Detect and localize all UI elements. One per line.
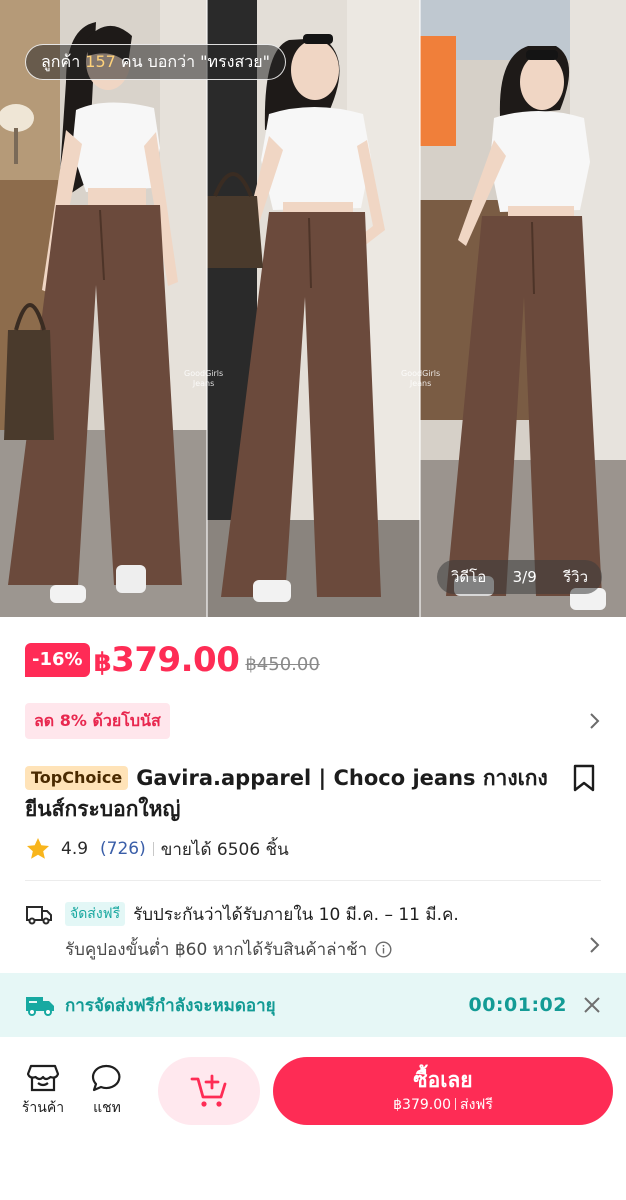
free-shipping-tag: จัดส่งฟรี	[65, 902, 126, 926]
expiry-message: การจัดส่งฟรีกำลังจะหมดอายุ	[65, 995, 276, 1016]
delivery-truck-icon	[26, 997, 54, 1016]
gallery-tab-bar: วิดีโอ 3/9 รีวิว	[437, 560, 602, 594]
star-icon	[27, 838, 49, 859]
topchoice-badge: TopChoice	[25, 766, 129, 790]
buy-now-label: ซื้อเลย	[413, 1068, 473, 1092]
sold-count: ขายได้ 6506 ชิ้น	[160, 839, 289, 860]
chat-button[interactable]: แชท	[82, 1063, 132, 1119]
bonus-discount-tag: ลด 8% ด้วยโบนัส	[25, 703, 170, 739]
product-photo-right	[420, 0, 626, 617]
review-pill-suffix: คน บอกว่า "ทรงสวย"	[120, 52, 270, 71]
current-price-value: 379.00	[111, 640, 240, 680]
delivery-guarantee-text: รับประกันว่าได้รับภายใน 10 มี.ค. – 11 มี…	[133, 904, 459, 925]
add-to-cart-button[interactable]	[158, 1057, 260, 1125]
watermark-line2: Jeans	[192, 379, 215, 388]
bookmark-icon[interactable]	[570, 763, 598, 793]
free-shipping-expiry-banner[interactable]: การจัดส่งฟรีกำลังจะหมดอายุ 00:01:02	[0, 973, 626, 1037]
buy-now-shipping: ส่งฟรี	[460, 1097, 493, 1113]
discount-badge: -16%	[25, 643, 90, 677]
late-delivery-coupon-line: รับคูปองขั้นต่ำ ฿60 หากได้รับสินค้าล่าช้…	[65, 936, 601, 962]
bottom-action-bar: ร้านค้า แชท ซื้อเลย ฿379.00 ส่งฟรี	[0, 1037, 626, 1200]
tab-video[interactable]: วิดีโอ	[451, 565, 486, 589]
price-row: -16% ฿379.00 ฿450.00	[25, 640, 320, 680]
shipping-guarantee-line: จัดส่งฟรี รับประกันว่าได้รับภายใน 10 มี.…	[25, 900, 601, 928]
photo-divider	[419, 0, 421, 617]
chevron-right-icon	[590, 713, 600, 729]
watermark: GoodGirls Jeans	[401, 369, 440, 389]
review-pill-count: 157	[85, 52, 116, 71]
chat-bubble-icon	[91, 1064, 121, 1092]
buy-now-button[interactable]: ซื้อเลย ฿379.00 ส่งฟรี	[273, 1057, 613, 1125]
close-icon[interactable]	[583, 996, 601, 1014]
add-to-cart-icon	[190, 1074, 227, 1107]
currency-symbol: ฿	[93, 648, 112, 678]
bonus-discount-row[interactable]: ลด 8% ด้วยโบนัส	[25, 703, 601, 739]
gallery-position: 3/9	[512, 568, 537, 586]
buy-now-subtext: ฿379.00 ส่งฟรี	[273, 1095, 613, 1115]
product-title: TopChoice Gavira.apparel | Choco jeans กา…	[25, 763, 555, 825]
rating-divider	[152, 842, 154, 856]
section-divider	[25, 880, 601, 881]
watermark-line2: Jeans	[409, 379, 432, 388]
product-photo-center	[207, 0, 420, 617]
shop-label: ร้านค้า	[21, 1100, 65, 1116]
buy-subtext-divider	[455, 1098, 457, 1110]
delivery-truck-icon	[26, 906, 52, 925]
shipping-info[interactable]: จัดส่งฟรี รับประกันว่าได้รับภายใน 10 มี.…	[25, 900, 601, 962]
watermark-line1: GoodGirls	[184, 369, 224, 378]
countdown-timer: 00:01:02	[468, 994, 567, 1016]
current-price: ฿379.00	[94, 640, 240, 680]
chevron-right-icon	[590, 937, 600, 953]
watermark: GoodGirls Jeans	[184, 369, 223, 389]
review-pill-prefix: ลูกค้า	[41, 52, 81, 71]
store-icon	[27, 1064, 59, 1092]
info-icon[interactable]	[375, 940, 392, 958]
tab-review[interactable]: รีวิว	[563, 565, 588, 589]
watermark-line1: GoodGirls	[401, 369, 441, 378]
customer-review-pill[interactable]: ลูกค้า 157 คน บอกว่า "ทรงสวย"	[25, 44, 286, 80]
photo-divider	[206, 0, 208, 617]
review-count: (726)	[100, 839, 146, 859]
product-photo-left	[0, 0, 207, 617]
chat-label: แชท	[93, 1100, 121, 1116]
shop-button[interactable]: ร้านค้า	[18, 1063, 68, 1119]
product-image-gallery[interactable]: GoodGirls Jeans GoodGirls Jeans ลูกค้า 1…	[0, 0, 626, 617]
original-price: ฿450.00	[245, 653, 320, 675]
late-delivery-coupon-text: รับคูปองขั้นต่ำ ฿60 หากได้รับสินค้าล่าช้…	[65, 939, 368, 960]
buy-now-price: ฿379.00	[393, 1097, 452, 1113]
rating-value: 4.9	[61, 839, 89, 859]
rating-row[interactable]: 4.9 (726) ขายได้ 6506 ชิ้น	[25, 836, 289, 862]
